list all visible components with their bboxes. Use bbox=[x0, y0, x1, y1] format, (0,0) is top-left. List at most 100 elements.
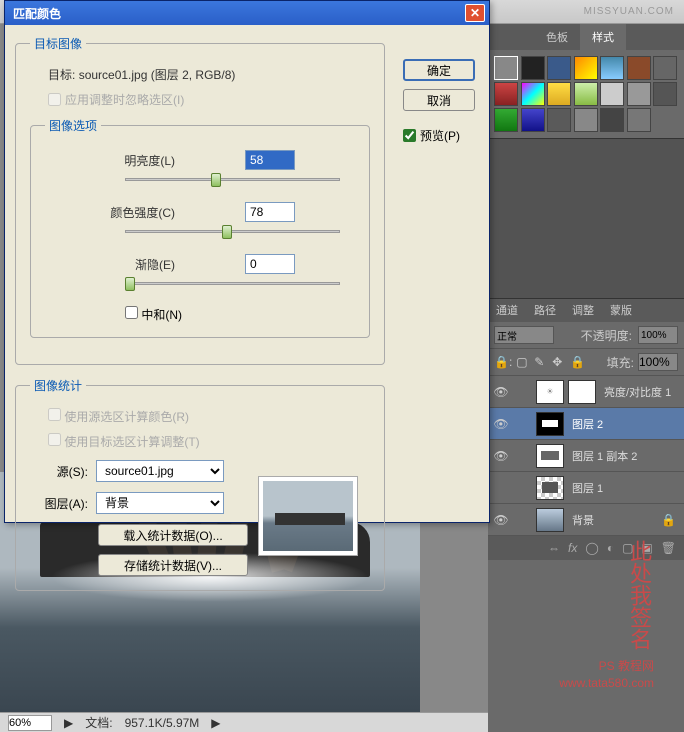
visibility-icon[interactable]: 👁 bbox=[492, 385, 510, 399]
style-swatch[interactable] bbox=[653, 82, 677, 106]
lock-paint-icon[interactable]: ✎ bbox=[534, 355, 548, 369]
layer-thumb[interactable] bbox=[536, 476, 564, 500]
fill-input[interactable] bbox=[638, 353, 678, 371]
layer-label: 图层(A): bbox=[36, 495, 88, 512]
match-color-dialog: 匹配颜色 ✕ 确定 取消 预览(P) 目标图像 目标: source01.jpg… bbox=[4, 0, 490, 523]
layers-panel-tabs: 通道 路径 调整 蒙版 bbox=[488, 298, 684, 322]
preview-checkbox-input[interactable] bbox=[403, 129, 416, 142]
tab-styles[interactable]: 样式 bbox=[580, 24, 626, 50]
tab-adjustments[interactable]: 调整 bbox=[564, 298, 602, 322]
style-swatch[interactable] bbox=[574, 82, 598, 106]
opacity-input[interactable] bbox=[638, 326, 678, 344]
new-group-icon[interactable]: ▢ bbox=[622, 541, 633, 555]
options-legend: 图像选项 bbox=[45, 117, 101, 134]
style-swatch[interactable] bbox=[521, 82, 545, 106]
tab-channels[interactable]: 通道 bbox=[488, 298, 526, 322]
layer-row[interactable]: 👁 图层 2 bbox=[488, 408, 684, 440]
link-layers-icon[interactable]: ⇔ bbox=[548, 541, 560, 555]
new-layer-icon[interactable]: ▣ bbox=[641, 541, 652, 555]
visibility-icon[interactable]: 👁 bbox=[492, 417, 510, 431]
use-source-selection-checkbox: 使用源选区计算颜色(R) bbox=[48, 410, 189, 424]
neutralize-checkbox[interactable]: 中和(N) bbox=[125, 308, 182, 322]
visibility-icon[interactable]: 👁 bbox=[492, 449, 510, 463]
layer-thumb[interactable] bbox=[536, 412, 564, 436]
style-swatch[interactable] bbox=[600, 108, 624, 132]
tab-masks[interactable]: 蒙版 bbox=[602, 298, 640, 322]
style-swatch[interactable] bbox=[627, 56, 651, 80]
options-fieldset: 图像选项 明亮度(L) 颜色强度(C) bbox=[30, 117, 370, 338]
style-swatch[interactable] bbox=[547, 56, 571, 80]
layer-row[interactable]: 👁 图层 1 副本 2 bbox=[488, 440, 684, 472]
style-swatch[interactable] bbox=[494, 82, 518, 106]
style-swatch[interactable] bbox=[547, 108, 571, 132]
style-swatch[interactable] bbox=[600, 82, 624, 106]
source-thumbnail bbox=[258, 476, 358, 556]
style-swatch[interactable] bbox=[574, 56, 598, 80]
stats-legend: 图像统计 bbox=[30, 377, 86, 394]
layer-mask-icon[interactable]: ◯ bbox=[585, 541, 598, 555]
tab-swatches[interactable]: 色板 bbox=[534, 24, 580, 50]
intensity-slider[interactable] bbox=[125, 224, 340, 240]
layer-name[interactable]: 亮度/对比度 1 bbox=[600, 384, 680, 400]
styles-grid[interactable] bbox=[488, 50, 684, 138]
style-swatch[interactable] bbox=[521, 56, 545, 80]
layer-name[interactable]: 背景 bbox=[568, 512, 657, 528]
layer-row[interactable]: 👁 背景 🔒 bbox=[488, 504, 684, 536]
app-logo-text: MISSYUAN.COM bbox=[584, 6, 674, 17]
dialog-titlebar[interactable]: 匹配颜色 ✕ bbox=[5, 1, 489, 25]
stats-fieldset: 图像统计 使用源选区计算颜色(R) 使用目标选区计算调整(T) 源(S): so… bbox=[15, 377, 385, 591]
layer-mask-thumb[interactable] bbox=[568, 380, 596, 404]
layer-thumb[interactable] bbox=[536, 508, 564, 532]
styles-panel-tabs: 颜色 色板 样式 bbox=[488, 24, 684, 50]
layer-thumb[interactable] bbox=[536, 444, 564, 468]
blend-mode-select[interactable] bbox=[494, 326, 554, 344]
lock-all-icon[interactable]: 🔒 bbox=[570, 355, 584, 369]
intensity-input[interactable] bbox=[245, 202, 295, 222]
style-swatch[interactable] bbox=[653, 56, 677, 80]
layer-row[interactable]: 👁 ☀ 亮度/对比度 1 bbox=[488, 376, 684, 408]
layer-name[interactable]: 图层 2 bbox=[568, 416, 680, 432]
fade-label: 渐隐(E) bbox=[45, 256, 185, 273]
ok-button[interactable]: 确定 bbox=[403, 59, 475, 81]
tab-paths[interactable]: 路径 bbox=[526, 298, 564, 322]
intensity-label: 颜色强度(C) bbox=[45, 204, 185, 221]
preview-checkbox[interactable]: 预览(P) bbox=[403, 127, 475, 144]
target-fieldset: 目标图像 目标: source01.jpg (图层 2, RGB/8) 应用调整… bbox=[15, 35, 385, 365]
fade-input[interactable] bbox=[245, 254, 295, 274]
dialog-title: 匹配颜色 bbox=[13, 5, 61, 22]
layer-name[interactable]: 图层 1 副本 2 bbox=[568, 448, 680, 464]
lock-label-text: 🔒: bbox=[494, 355, 512, 369]
save-stats-button[interactable]: 存储统计数据(V)... bbox=[98, 554, 248, 576]
doc-label: 文档: bbox=[85, 714, 112, 731]
style-swatch[interactable] bbox=[600, 56, 624, 80]
lock-move-icon[interactable]: ✥ bbox=[552, 355, 566, 369]
visibility-icon[interactable]: 👁 bbox=[492, 513, 510, 527]
use-target-selection-checkbox: 使用目标选区计算调整(T) bbox=[48, 435, 200, 449]
style-swatch[interactable] bbox=[627, 108, 651, 132]
luminance-slider[interactable] bbox=[125, 172, 340, 188]
cancel-button[interactable]: 取消 bbox=[403, 89, 475, 111]
layer-row[interactable]: 图层 1 bbox=[488, 472, 684, 504]
style-swatch[interactable] bbox=[521, 108, 545, 132]
status-bar: ▶ 文档: 957.1K/5.97M ▶ bbox=[0, 712, 488, 732]
zoom-input[interactable] bbox=[8, 715, 52, 731]
layer-thumb[interactable]: ☀ bbox=[536, 380, 564, 404]
opacity-label: 不透明度: bbox=[581, 327, 632, 344]
layer-fx-icon[interactable]: fx bbox=[568, 541, 577, 555]
fade-slider[interactable] bbox=[125, 276, 340, 292]
style-swatch[interactable] bbox=[494, 56, 518, 80]
style-swatch[interactable] bbox=[627, 82, 651, 106]
layer-name[interactable]: 图层 1 bbox=[568, 480, 680, 496]
layer-select[interactable]: 背景 bbox=[96, 492, 224, 514]
style-swatch[interactable] bbox=[494, 108, 518, 132]
close-icon[interactable]: ✕ bbox=[465, 4, 485, 22]
style-swatch[interactable] bbox=[574, 108, 598, 132]
lock-transparency-icon[interactable]: ▢ bbox=[516, 355, 530, 369]
source-select[interactable]: source01.jpg bbox=[96, 460, 224, 482]
adjustment-layer-icon[interactable]: ◐ bbox=[607, 541, 614, 555]
ignore-selection-checkbox: 应用调整时忽略选区(I) bbox=[48, 91, 184, 108]
load-stats-button[interactable]: 载入统计数据(O)... bbox=[98, 524, 248, 546]
style-swatch[interactable] bbox=[547, 82, 571, 106]
luminance-input[interactable] bbox=[245, 150, 295, 170]
trash-icon[interactable]: 🗑 bbox=[661, 541, 676, 555]
